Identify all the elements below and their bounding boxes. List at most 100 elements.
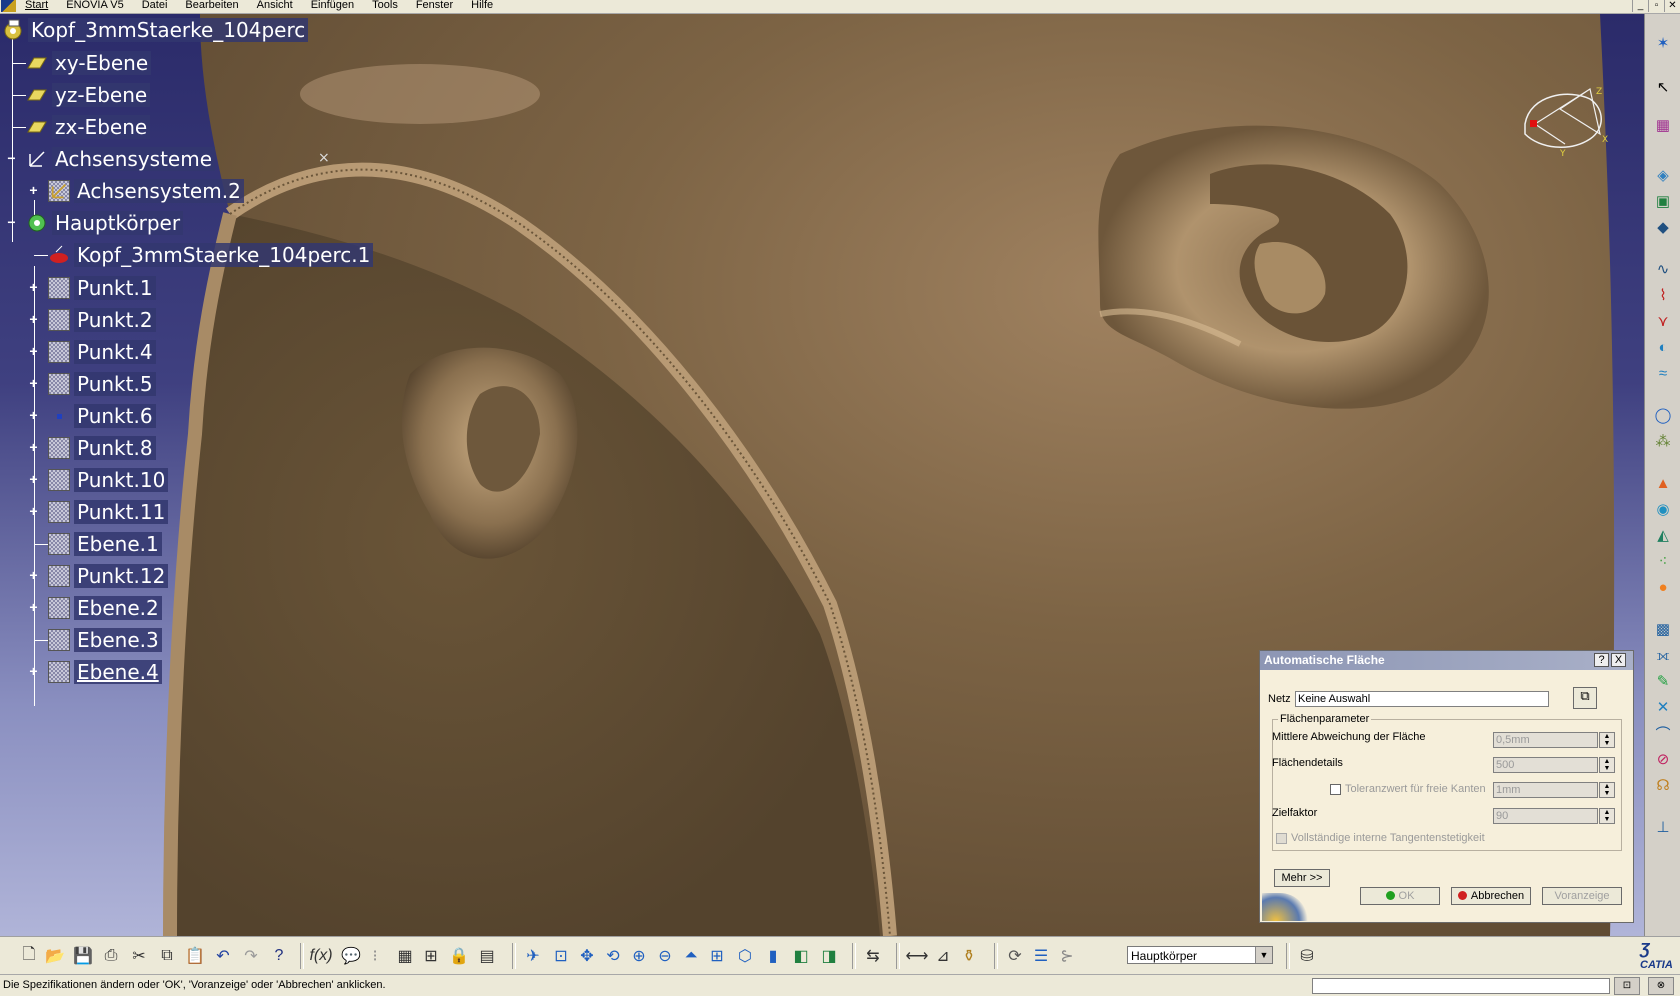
menu-start[interactable]: Start bbox=[25, 0, 48, 11]
table-icon[interactable]: ▦ bbox=[394, 945, 416, 967]
tree-node-label[interactable]: Punkt.8 bbox=[74, 436, 156, 460]
ok-button[interactable]: OK bbox=[1360, 887, 1440, 905]
deviation-spinner[interactable]: ▲ ▼ bbox=[1599, 732, 1615, 748]
multi-view-icon[interactable]: ⊞ bbox=[706, 945, 728, 967]
tree-node-label[interactable]: Punkt.12 bbox=[74, 564, 169, 588]
scan-tool-icon[interactable]: ◆ bbox=[1652, 216, 1674, 238]
curve-tool-icon[interactable]: ∿ bbox=[1652, 258, 1674, 280]
print-icon[interactable]: ⎙ bbox=[100, 945, 122, 967]
tree-node-label[interactable]: Achsensystem.2 bbox=[74, 179, 244, 203]
normal-view-icon[interactable]: ⏶ bbox=[680, 945, 702, 967]
globe-tool-icon[interactable]: ◉ bbox=[1652, 498, 1674, 520]
expand-icon[interactable]: + bbox=[28, 183, 39, 197]
undo-icon[interactable]: ↶ bbox=[212, 945, 234, 967]
paste-icon[interactable]: 📋 bbox=[184, 945, 206, 967]
comment-icon[interactable]: 💬 bbox=[340, 945, 362, 967]
tree-node[interactable]: + Punkt.6 bbox=[29, 403, 156, 429]
tree-node-label[interactable]: Achsensysteme bbox=[52, 147, 216, 171]
formula-icon[interactable]: f(x) bbox=[309, 945, 332, 967]
tree-node-label[interactable]: Punkt.2 bbox=[74, 308, 156, 332]
mesh-tool-icon[interactable]: ▦ bbox=[1652, 114, 1674, 136]
compass-widget[interactable]: Z X Y bbox=[1510, 84, 1620, 174]
preview-button[interactable]: Voranzeige bbox=[1542, 887, 1622, 905]
cut-icon[interactable]: ✂ bbox=[128, 945, 150, 967]
tree-node[interactable]: Ebene.1 bbox=[34, 531, 162, 557]
target-field[interactable]: 90 bbox=[1493, 808, 1598, 824]
minimize-icon[interactable]: _ bbox=[1632, 0, 1648, 12]
measure-between-icon[interactable]: ⟷ bbox=[906, 945, 929, 967]
iso-view-icon[interactable]: ⬡ bbox=[734, 945, 756, 967]
measure-tool-icon[interactable]: ⊥ bbox=[1652, 816, 1674, 838]
menu-bearbeiten[interactable]: Bearbeiten bbox=[185, 0, 238, 11]
points-tool-icon[interactable]: ⁂ bbox=[1652, 430, 1674, 452]
tree-node-label[interactable]: Punkt.11 bbox=[74, 500, 169, 524]
tree-node-label[interactable]: Punkt.5 bbox=[74, 372, 156, 396]
tree-node[interactable]: − Achsensysteme bbox=[7, 146, 216, 172]
device-icon[interactable]: ⛁ bbox=[1296, 945, 1318, 967]
copy-icon[interactable]: ⧉ bbox=[156, 945, 178, 967]
pin-icon[interactable]: ⁝ bbox=[364, 945, 386, 967]
tree-node[interactable]: Ebene.3 bbox=[34, 627, 162, 653]
tree-node[interactable]: + Punkt.10 bbox=[29, 467, 169, 493]
list-icon[interactable]: ☰ bbox=[1030, 945, 1052, 967]
command-input[interactable] bbox=[1312, 978, 1610, 994]
hide-show-icon[interactable]: ◧ bbox=[790, 945, 812, 967]
pan-icon[interactable]: ✥ bbox=[576, 945, 598, 967]
tree-node-label[interactable]: yz-Ebene bbox=[52, 83, 151, 107]
menu-enovia[interactable]: ENOVIA V5 bbox=[66, 0, 123, 11]
save-icon[interactable]: 💾 bbox=[72, 945, 94, 967]
specification-tree[interactable]: Kopf_3mmStaerke_104perc xy-Ebene yz-Eben… bbox=[0, 14, 400, 714]
menu-hilfe[interactable]: Hilfe bbox=[471, 0, 493, 11]
expand-icon[interactable]: + bbox=[28, 600, 39, 614]
catia-app-icon[interactable] bbox=[1, 0, 16, 12]
tree-node[interactable]: + Punkt.8 bbox=[29, 435, 156, 461]
blend-tool-icon[interactable]: ◐ bbox=[1652, 336, 1674, 358]
tangent-checkbox[interactable] bbox=[1276, 833, 1287, 844]
measure-inertia-icon[interactable]: ⚱ bbox=[958, 945, 980, 967]
shading-icon[interactable]: ▮ bbox=[762, 945, 784, 967]
tolerance-field[interactable]: 1mm bbox=[1493, 782, 1598, 798]
tree-node-label[interactable]: Ebene.1 bbox=[74, 532, 162, 556]
update-icon[interactable]: ⇆ bbox=[862, 945, 884, 967]
tree-node-label[interactable]: Kopf_3mmStaerke_104perc.1 bbox=[74, 243, 374, 267]
fill-tool-icon[interactable]: ▣ bbox=[1652, 190, 1674, 212]
close-icon[interactable]: ✕ bbox=[1664, 0, 1680, 12]
netz-selector-icon[interactable]: ⧉ bbox=[1573, 687, 1597, 709]
tree-node[interactable]: + Punkt.2 bbox=[29, 307, 156, 333]
surface-network-icon[interactable]: ⟗ bbox=[1652, 644, 1674, 666]
trim-tool-icon[interactable]: ⊘ bbox=[1652, 748, 1674, 770]
fly-mode-icon[interactable]: ✈ bbox=[522, 945, 544, 967]
collapse-icon[interactable]: − bbox=[6, 215, 17, 229]
tolerance-spinner[interactable]: ▲ ▼ bbox=[1599, 782, 1615, 798]
expand-icon[interactable]: + bbox=[28, 504, 39, 518]
tree-node-label[interactable]: Ebene.3 bbox=[74, 628, 162, 652]
tree-node-label[interactable]: Hauptkörper bbox=[52, 211, 184, 235]
netz-field[interactable]: Keine Auswahl bbox=[1295, 691, 1549, 707]
shape-tool-icon[interactable]: ◭ bbox=[1652, 524, 1674, 546]
expand-icon[interactable]: + bbox=[28, 312, 39, 326]
tree-node-label[interactable]: Punkt.1 bbox=[74, 276, 156, 300]
expand-icon[interactable]: + bbox=[28, 664, 39, 678]
tree-node-label[interactable]: Punkt.4 bbox=[74, 340, 156, 364]
expand-icon[interactable]: + bbox=[28, 472, 39, 486]
pen-tool-icon[interactable]: ✎ bbox=[1652, 670, 1674, 692]
new-file-icon[interactable]: 🗋 bbox=[18, 945, 40, 967]
tree-node[interactable]: + Ebene.2 bbox=[29, 595, 162, 621]
collapse-icon[interactable]: − bbox=[6, 151, 17, 165]
restore-icon[interactable]: ▫ bbox=[1648, 0, 1664, 12]
power-input-icon[interactable]: ⊡ bbox=[1614, 977, 1640, 995]
tree-node[interactable]: + Punkt.1 bbox=[29, 275, 156, 301]
menu-datei[interactable]: Datei bbox=[142, 0, 168, 11]
current-body-select[interactable]: Hauptkörper ▼ bbox=[1127, 946, 1273, 964]
tree-node[interactable]: + Punkt.11 bbox=[29, 499, 169, 525]
circle-tool-icon[interactable]: ◯ bbox=[1652, 404, 1674, 426]
expand-icon[interactable]: + bbox=[28, 568, 39, 582]
lasso-tool-icon[interactable]: ☊ bbox=[1652, 774, 1674, 796]
details-field[interactable]: 500 bbox=[1493, 757, 1598, 773]
tree-node[interactable]: − Hauptkörper bbox=[7, 210, 184, 236]
tolerance-checkbox[interactable] bbox=[1330, 784, 1341, 795]
expand-icon[interactable]: + bbox=[28, 344, 39, 358]
expand-icon[interactable]: + bbox=[28, 280, 39, 294]
more-button[interactable]: Mehr >> bbox=[1274, 869, 1330, 887]
target-spinner[interactable]: ▲ ▼ bbox=[1599, 808, 1615, 824]
